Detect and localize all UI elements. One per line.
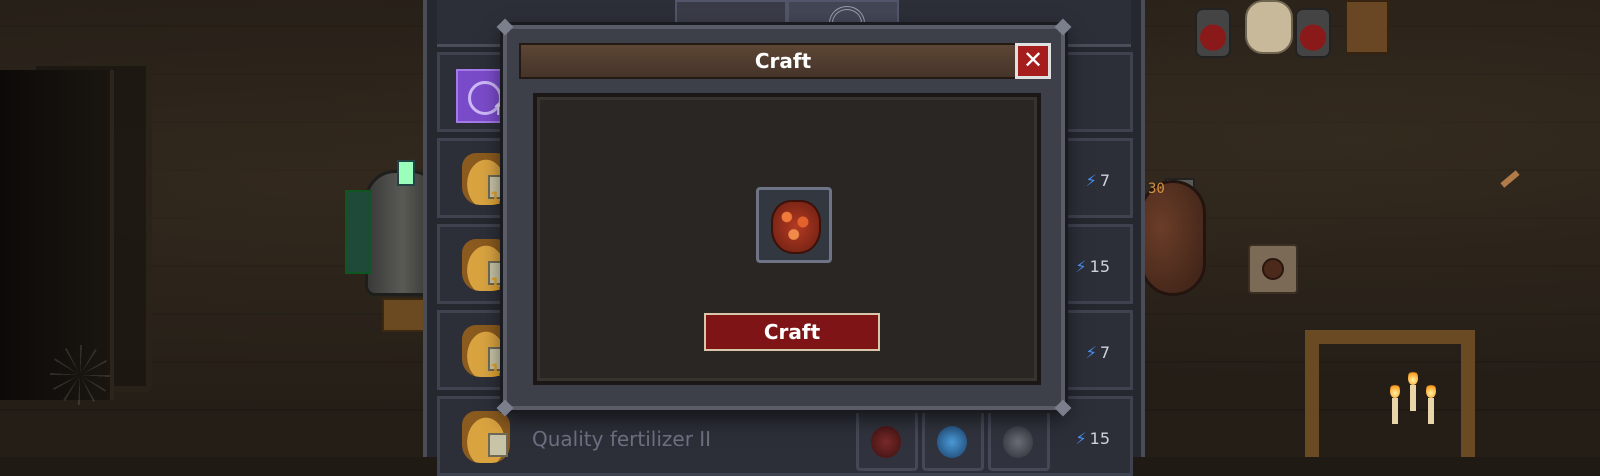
craft-modal: Craft ✕ Craft [496, 18, 1072, 417]
flame-icon [1408, 369, 1418, 385]
cauldron-counter: 30 [1148, 181, 1165, 197]
energy-value: 7 [1099, 343, 1110, 362]
stone-icon [1003, 426, 1033, 458]
energy-cost: ⚡ 15 [1075, 257, 1110, 276]
cauldron [1140, 180, 1206, 296]
energy-cost: ⚡ 7 [1086, 171, 1110, 190]
flame-icon [1390, 382, 1400, 398]
craft-button[interactable]: Craft [704, 313, 880, 351]
lightning-icon: ⚡ [1085, 171, 1097, 190]
energy-cost: ⚡ 7 [1086, 343, 1110, 362]
close-button[interactable]: ✕ [1015, 43, 1051, 79]
berry-icon [871, 426, 901, 458]
crystal-icon [937, 426, 967, 458]
ingredient-slot[interactable] [988, 409, 1050, 471]
result-item-slot[interactable] [756, 187, 832, 263]
energy-value: 15 [1089, 257, 1110, 276]
lightning-icon: ⚡ [1075, 257, 1087, 276]
modal-title: Craft [519, 43, 1047, 79]
candle [1428, 398, 1434, 424]
candle [1410, 385, 1416, 411]
jar-icon [1295, 8, 1331, 58]
spider-web [50, 345, 110, 405]
recipe-name: Quality fertilizer II [532, 427, 712, 451]
speaker-box [1248, 244, 1298, 294]
wooden-stool [382, 298, 426, 332]
still-glass [345, 190, 371, 274]
jar-icon [1195, 8, 1231, 58]
distillery [345, 160, 441, 300]
lightning-icon: ⚡ [1085, 343, 1097, 362]
wooden-crate [1345, 0, 1389, 54]
modal-body: Craft [533, 93, 1041, 385]
energy-value: 15 [1089, 429, 1110, 448]
energy-cost: ⚡ 15 [1075, 429, 1110, 448]
lightning-icon: ⚡ [1075, 429, 1087, 448]
ingredient-slot[interactable] [856, 409, 918, 471]
heart-upgrade-icon[interactable]: ↑ [456, 69, 510, 123]
energy-value: 7 [1099, 171, 1110, 190]
still-gauge [397, 160, 415, 186]
skull-icon [1245, 0, 1293, 54]
intestine-icon [771, 200, 821, 254]
ingredient-slot[interactable] [922, 409, 984, 471]
candle [1392, 398, 1398, 424]
flame-icon [1426, 382, 1436, 398]
hourglass-tag-icon [488, 433, 508, 457]
